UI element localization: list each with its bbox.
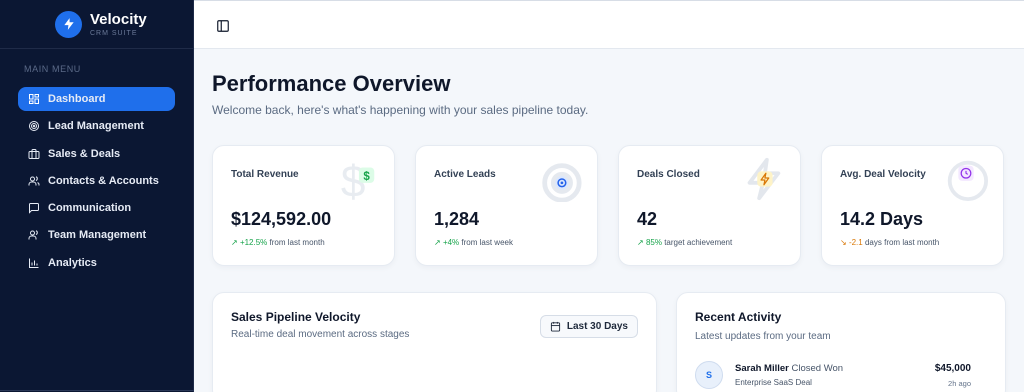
sidebar-item-lead-management[interactable]: Lead Management <box>18 114 175 138</box>
trend-up-icon: ↗ <box>434 238 441 247</box>
stat-delta-text: days from last month <box>864 238 940 247</box>
stat-card-avg-deal-velocity[interactable]: Avg. Deal Velocity 14.2 Days ↘ -2.1 days… <box>821 145 1004 266</box>
users-icon <box>28 176 40 186</box>
stat-delta-value: +12.5% <box>239 238 268 247</box>
topbar <box>194 0 1024 49</box>
stat-delta-value: -2.1 <box>848 238 863 247</box>
sidebar-item-label: Lead Management <box>48 120 144 133</box>
stat-value: 14.2 Days <box>840 209 924 229</box>
target-icon <box>542 163 582 202</box>
stat-delta-value: 85% <box>645 238 662 247</box>
stat-delta: ↗ +12.5% from last month <box>231 238 325 247</box>
lightning-icon <box>747 157 781 201</box>
target-icon <box>29 121 39 132</box>
brand[interactable]: Velocity CRM SUITE <box>0 0 193 49</box>
stat-label: Avg. Deal Velocity <box>840 169 926 180</box>
sidebar-item-label: Analytics <box>48 256 97 269</box>
sidebar-item-label: Sales & Deals <box>48 147 121 160</box>
stat-delta-text: from last month <box>269 238 325 247</box>
stat-value: $124,592.00 <box>231 209 332 229</box>
page-subtitle: Welcome back, here's what's happening wi… <box>212 103 589 117</box>
stat-card-active-leads[interactable]: Active Leads 1,284 ↗ +4% from last week <box>415 145 598 266</box>
card-subtitle: Latest updates from your team <box>695 331 831 342</box>
date-range-label: Last 30 Days <box>566 321 628 332</box>
avatar: S <box>695 361 723 389</box>
dashboard-icon <box>29 94 39 104</box>
activity-deal: Enterprise SaaS Deal <box>735 378 812 387</box>
sidebar-item-label: Contacts & Accounts <box>48 174 159 187</box>
main-menu: Dashboard Lead Management Sales & Deals … <box>18 87 175 278</box>
sidebar-item-analytics[interactable]: Analytics <box>18 251 175 275</box>
team-icon <box>28 230 38 240</box>
stat-delta: ↗ +4% from last week <box>434 238 513 247</box>
activity-amount: $45,000 <box>934 363 971 374</box>
brand-name: Velocity <box>90 10 147 28</box>
panel-toggle-icon[interactable] <box>216 19 230 33</box>
activity-user-name: Sarah Miller <box>735 363 789 374</box>
activity-action: Closed Won <box>791 363 844 374</box>
trend-up-icon: ↗ <box>231 238 238 247</box>
recent-activity-card: Recent Activity Latest updates from your… <box>676 292 1006 392</box>
stat-delta-text: target achievement <box>664 238 733 247</box>
menu-title: MAIN MENU <box>24 64 81 74</box>
main-content: Performance Overview Welcome back, here'… <box>194 49 1024 392</box>
brand-subtitle: CRM SUITE <box>90 29 138 37</box>
stat-card-deals-closed[interactable]: Deals Closed 42 ↗ 85% target achievement <box>618 145 801 266</box>
page-title: Performance Overview <box>212 71 451 96</box>
activity-title: Sarah Miller Closed Won <box>735 363 843 374</box>
stat-value: 1,284 <box>434 209 480 229</box>
card-title: Recent Activity <box>695 310 782 324</box>
card-title: Sales Pipeline Velocity <box>231 310 361 324</box>
sidebar-item-team-management[interactable]: Team Management <box>18 223 175 247</box>
sidebar-item-label: Dashboard <box>48 93 106 105</box>
sidebar-item-label: Team Management <box>48 229 147 242</box>
calendar-icon <box>550 321 560 332</box>
activity-item[interactable]: S Sarah Miller Closed Won Enterprise Saa… <box>695 361 971 391</box>
card-subtitle: Real-time deal movement across stages <box>231 329 410 340</box>
stat-value: 42 <box>637 209 658 229</box>
svg-text:$: $ <box>363 171 370 183</box>
sidebar: Velocity CRM SUITE MAIN MENU Dashboard L… <box>0 0 194 392</box>
date-range-button[interactable]: Last 30 Days <box>539 315 638 338</box>
activity-time: 2h ago <box>948 379 971 388</box>
sidebar-item-contacts-accounts[interactable]: Contacts & Accounts <box>18 169 175 193</box>
stat-delta-value: +4% <box>442 238 460 247</box>
lightning-logo-icon <box>55 10 82 38</box>
trend-up-icon: ↗ <box>637 238 644 247</box>
clock-icon <box>947 160 989 202</box>
sidebar-item-label: Communication <box>48 202 132 215</box>
trend-down-icon: ↘ <box>840 238 847 247</box>
chat-icon <box>29 203 39 214</box>
bar-chart-icon <box>29 258 39 268</box>
stat-card-total-revenue[interactable]: $ $ Total Revenue $124,592.00 ↗ +12.5% f… <box>212 145 395 266</box>
dollar-icon: $ $ <box>341 157 375 202</box>
stat-label: Total Revenue <box>231 169 299 180</box>
sidebar-item-dashboard[interactable]: Dashboard <box>18 87 175 111</box>
stat-delta: ↗ 85% target achievement <box>637 238 732 247</box>
sidebar-item-sales-deals[interactable]: Sales & Deals <box>18 142 175 166</box>
sidebar-item-communication[interactable]: Communication <box>18 196 175 220</box>
stat-delta-text: from last week <box>461 238 513 247</box>
stat-label: Active Leads <box>434 169 496 180</box>
stat-delta: ↘ -2.1 days from last month <box>840 238 939 247</box>
briefcase-icon <box>28 148 40 159</box>
pipeline-velocity-card: Sales Pipeline Velocity Real-time deal m… <box>212 292 657 392</box>
stat-label: Deals Closed <box>637 169 700 180</box>
